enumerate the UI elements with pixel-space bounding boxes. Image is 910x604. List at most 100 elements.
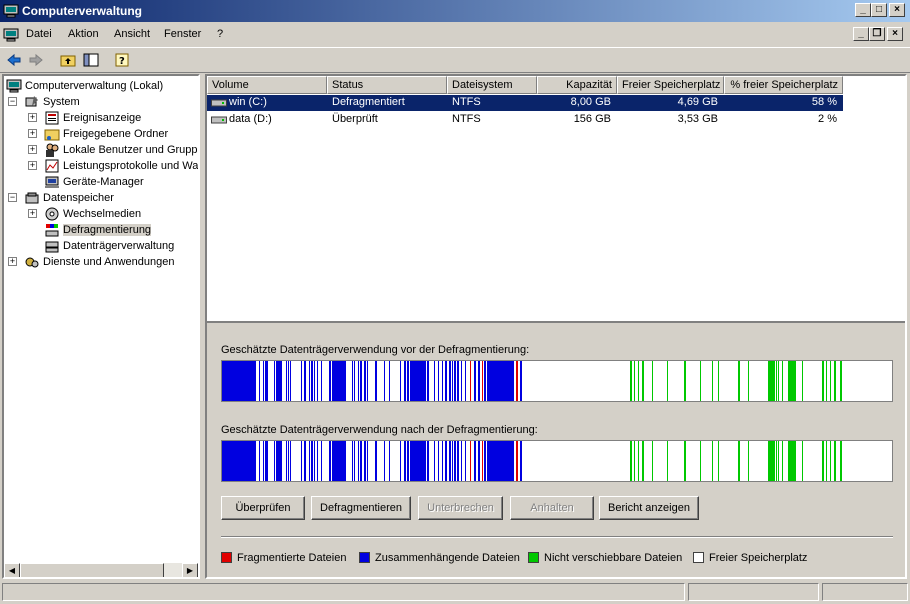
folder-up-icon [60,55,76,67]
forward-button[interactable] [26,50,46,70]
expand-shared-folders-icon[interactable]: + [28,129,37,138]
performance-logs-icon [45,159,59,173]
stop-button[interactable]: Anhalten [510,496,594,520]
tree-item-device-manager[interactable]: Geräte-Manager [44,174,144,190]
defragment-button[interactable]: Defragmentieren [311,496,411,520]
child-restore-button[interactable]: ❐ [869,27,885,41]
tree-item-performance-logs[interactable]: Leistungsprotokolle und Warnungen [44,158,198,174]
collapse-storage-icon[interactable]: − [8,193,17,202]
window-title: Computerverwaltung [22,4,143,18]
tree-item-removable-storage[interactable]: Wechselmedien [44,206,141,222]
volume-list: Volume Status Dateisystem Kapazität Frei… [207,76,905,323]
analyze-button[interactable]: Überprüfen [221,496,305,520]
event-viewer-icon [45,111,59,125]
before-disk-map [221,360,893,402]
forward-arrow-icon [29,53,43,67]
legend-contiguous-swatch [359,552,370,563]
tree-item-services-apps[interactable]: Dienste und Anwendungen [24,254,175,270]
tree-item-system[interactable]: System [24,94,80,110]
cell-volume: win (C:) [229,96,267,108]
tree-label: Computerverwaltung (Lokal) [25,80,164,92]
help-icon: ? [115,53,129,67]
storage-icon [25,192,39,204]
legend-contiguous-label: Zusammenhängende Dateien [375,552,520,564]
computer-management-icon [3,4,19,18]
tree-item-local-users[interactable]: Lokale Benutzer und Gruppen [44,142,200,158]
after-disk-map [221,440,893,482]
collapse-system-icon[interactable]: − [8,97,17,106]
cell-capacity: 156 GB [573,113,611,125]
back-arrow-icon [7,53,21,67]
help-button[interactable]: ? [112,50,132,70]
tree-label-selected: Defragmentierung [63,224,152,236]
details-pane: Volume Status Dateisystem Kapazität Frei… [205,74,907,579]
cell-status: Überprüft [332,113,378,125]
tree-item-shared-folders[interactable]: Freigegebene Ordner [44,126,168,142]
col-pct-free[interactable]: % freier Speicherplatz [724,76,843,94]
shared-folder-icon [44,129,60,141]
menu-ansicht[interactable]: Ansicht [114,28,150,40]
expand-event-viewer-icon[interactable]: + [28,113,37,122]
expand-local-users-icon[interactable]: + [28,145,37,154]
tree-label: Dienste und Anwendungen [43,256,175,268]
up-level-button[interactable] [58,50,78,70]
cell-capacity: 8,00 GB [570,96,611,108]
system-menu-icon[interactable] [3,27,19,43]
separator [221,536,893,538]
before-analysis-label: Geschätzte Datenträgerverwendung vor der… [221,344,530,356]
legend-fragmented-label: Fragmentierte Dateien [237,552,347,564]
menu-help[interactable]: ? [217,28,223,40]
minimize-button[interactable]: _ [855,3,871,17]
tree-label: System [43,96,80,108]
after-disk-map-graphic [222,441,842,481]
col-capacity[interactable]: Kapazität [537,76,617,94]
system-tools-icon [25,96,38,107]
cell-filesystem: NTFS [452,96,481,108]
menu-bar: Datei Aktion Ansicht Fenster ? _ ❐ × [0,24,910,46]
tree-label: Datenträgerverwaltung [63,240,175,252]
legend-unmovable-label: Nicht verschiebbare Dateien [544,552,683,564]
expand-removable-storage-icon[interactable]: + [28,209,37,218]
col-volume[interactable]: Volume [207,76,327,94]
expand-performance-logs-icon[interactable]: + [28,161,37,170]
menu-aktion[interactable]: Aktion [68,28,99,40]
legend-free-space-label: Freier Speicherplatz [709,552,808,564]
tree-label: Lokale Benutzer und Gruppen [63,144,200,156]
users-icon [46,143,59,157]
col-status[interactable]: Status [327,76,447,94]
status-panel-main [2,583,685,601]
scroll-thumb[interactable] [20,563,164,577]
drive-icon [211,116,227,124]
toolbar: ? [0,47,910,73]
table-row[interactable]: data (D:) Überprüft NTFS 156 GB 3,53 GB … [207,112,843,128]
tree-item-event-viewer[interactable]: Ereignisanzeige [44,110,141,126]
table-row[interactable]: win (C:) Defragmentiert NTFS 8,00 GB 4,6… [207,95,843,111]
pause-button[interactable]: Unterbrechen [418,496,503,520]
col-free-space[interactable]: Freier Speicherplatz [617,76,724,94]
cell-status: Defragmentiert [332,96,405,108]
view-report-button[interactable]: Bericht anzeigen [599,496,699,520]
tree-item-computer-management[interactable]: Computerverwaltung (Lokal) [6,78,163,94]
close-button[interactable]: × [889,3,905,17]
child-close-button[interactable]: × [887,27,903,41]
expand-services-icon[interactable]: + [8,257,17,266]
show-hide-tree-button[interactable] [81,50,101,70]
tree-item-disk-management[interactable]: Datenträgerverwaltung [44,238,174,254]
drive-icon [211,99,227,107]
tree-item-storage[interactable]: Datenspeicher [24,190,114,206]
tree-label: Ereignisanzeige [63,112,142,124]
scroll-left-icon[interactable]: ◀ [4,563,20,577]
menu-fenster[interactable]: Fenster [164,28,201,40]
col-filesystem[interactable]: Dateisystem [447,76,537,94]
back-button[interactable] [4,50,24,70]
tree-label: Wechselmedien [63,208,142,220]
status-bar [0,582,910,604]
maximize-button[interactable]: □ [871,3,887,17]
cell-pct-free: 2 % [818,113,837,125]
tree-horizontal-scrollbar[interactable]: ◀ ▶ [4,563,198,577]
menu-datei[interactable]: Datei [26,28,52,40]
scroll-right-icon[interactable]: ▶ [182,563,198,577]
child-minimize-button[interactable]: _ [853,27,869,41]
before-disk-map-graphic [222,361,842,401]
tree-item-defragmentation[interactable]: Defragmentierung [44,222,152,238]
